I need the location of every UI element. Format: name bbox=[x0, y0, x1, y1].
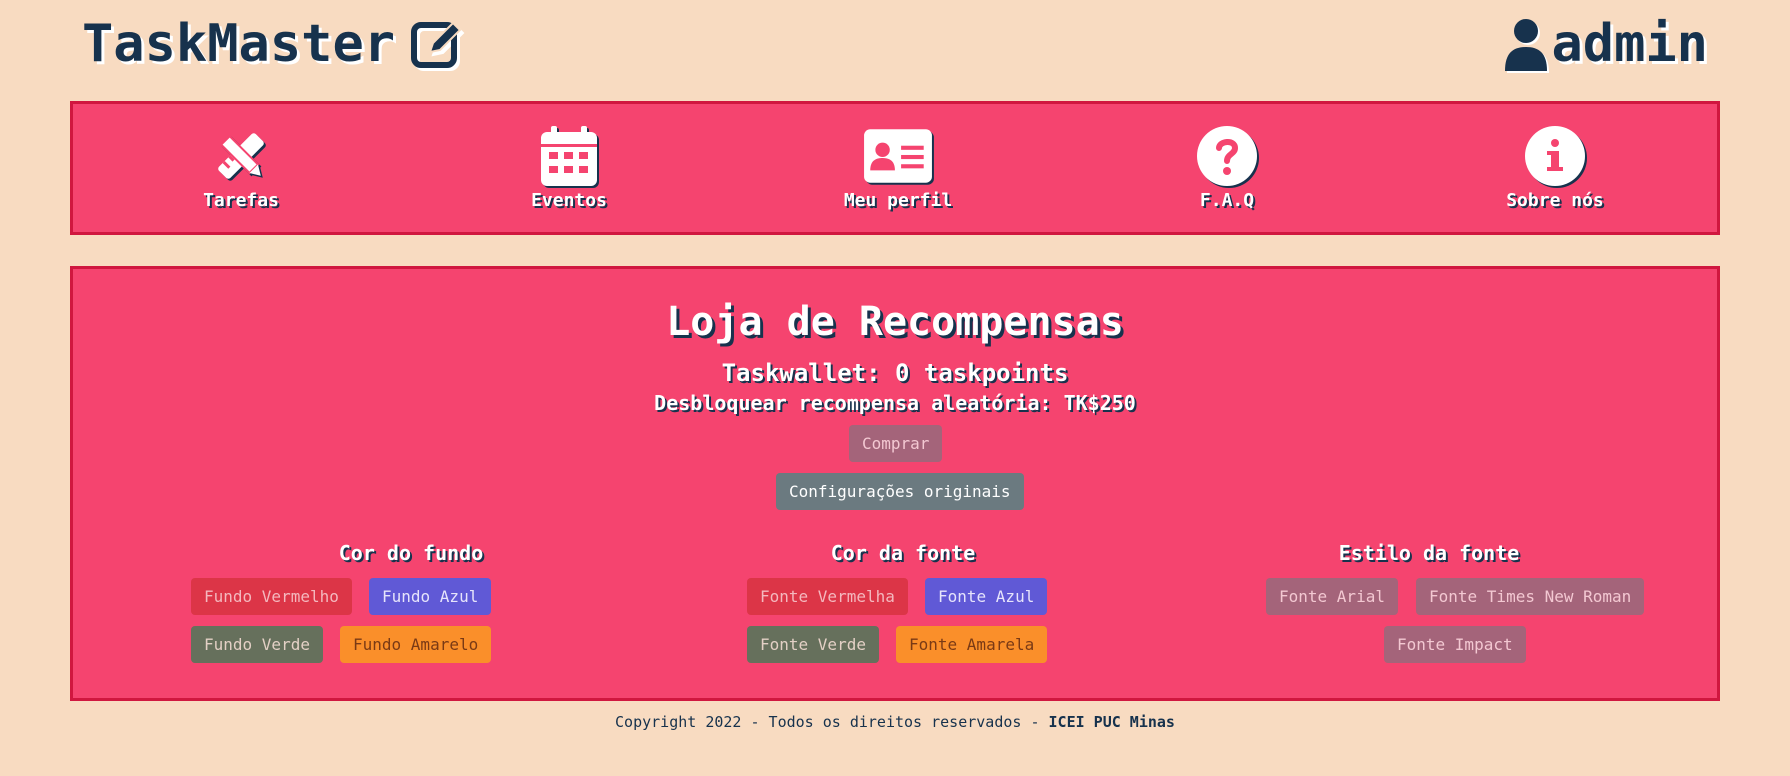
font-blue-button[interactable]: Fonte Azul bbox=[925, 578, 1048, 615]
group-title-font-color: Cor da fonte bbox=[830, 541, 976, 565]
nav-item-eventos[interactable]: Eventos bbox=[489, 124, 649, 211]
main-nav: Tarefas Eventos Meu perfil F.A.Q Sobre n… bbox=[70, 101, 1720, 235]
user-menu[interactable]: admin bbox=[1503, 14, 1708, 74]
unlock-reward-text: Desbloquear recompensa aleatória: TK$250 bbox=[654, 391, 1136, 415]
header: TaskMaster admin bbox=[0, 0, 1790, 100]
font-arial-button[interactable]: Fonte Arial bbox=[1266, 578, 1398, 615]
bg-blue-button[interactable]: Fundo Azul bbox=[369, 578, 492, 615]
nav-label-eventos: Eventos bbox=[531, 190, 607, 211]
info-circle-icon bbox=[1525, 126, 1585, 186]
org-name: ICEI PUC Minas bbox=[1048, 713, 1175, 731]
pencil-ruler-icon bbox=[218, 133, 264, 179]
reset-settings-button[interactable]: Configurações originais bbox=[776, 473, 1024, 510]
footer: Copyright 2022 - Todos os direitos reser… bbox=[0, 713, 1790, 731]
edit-icon bbox=[411, 21, 462, 68]
nav-item-sobre-nos[interactable]: Sobre nós bbox=[1475, 124, 1635, 211]
question-circle-icon bbox=[1197, 126, 1257, 186]
font-red-button[interactable]: Fonte Vermelha bbox=[747, 578, 908, 615]
brand[interactable]: TaskMaster bbox=[82, 14, 465, 74]
id-card-icon bbox=[864, 129, 932, 183]
nav-label-faq: F.A.Q bbox=[1199, 190, 1255, 211]
font-green-button[interactable]: Fonte Verde bbox=[747, 626, 879, 663]
page-title: Loja de Recompensas bbox=[666, 299, 1124, 345]
copyright-text: Copyright 2022 - Todos os direitos reser… bbox=[615, 713, 1049, 731]
group-title-background: Cor do fundo bbox=[338, 541, 484, 565]
bg-yellow-button[interactable]: Fundo Amarelo bbox=[340, 626, 492, 663]
bg-green-button[interactable]: Fundo Verde bbox=[191, 626, 323, 663]
font-times-button[interactable]: Fonte Times New Roman bbox=[1416, 578, 1645, 615]
font-impact-button[interactable]: Fonte Impact bbox=[1384, 626, 1526, 663]
group-title-font-style: Estilo da fonte bbox=[1338, 541, 1520, 565]
nav-label-tarefas: Tarefas bbox=[203, 190, 279, 211]
font-yellow-button[interactable]: Fonte Amarela bbox=[896, 626, 1048, 663]
brand-title: TaskMaster bbox=[82, 14, 396, 74]
bg-red-button[interactable]: Fundo Vermelho bbox=[191, 578, 352, 615]
user-icon bbox=[1505, 19, 1548, 71]
nav-label-meu-perfil: Meu perfil bbox=[843, 190, 953, 211]
username: admin bbox=[1551, 14, 1708, 74]
nav-item-meu-perfil[interactable]: Meu perfil bbox=[818, 124, 978, 211]
nav-label-sobre-nos: Sobre nós bbox=[1506, 190, 1604, 211]
rewards-store-panel: Loja de Recompensas Taskwallet: 0 taskpo… bbox=[70, 266, 1720, 701]
wallet-balance: Taskwallet: 0 taskpoints bbox=[721, 359, 1069, 387]
buy-button[interactable]: Comprar bbox=[849, 425, 943, 462]
calendar-icon bbox=[541, 126, 597, 186]
nav-item-faq[interactable]: F.A.Q bbox=[1147, 124, 1307, 211]
nav-item-tarefas[interactable]: Tarefas bbox=[161, 124, 321, 211]
